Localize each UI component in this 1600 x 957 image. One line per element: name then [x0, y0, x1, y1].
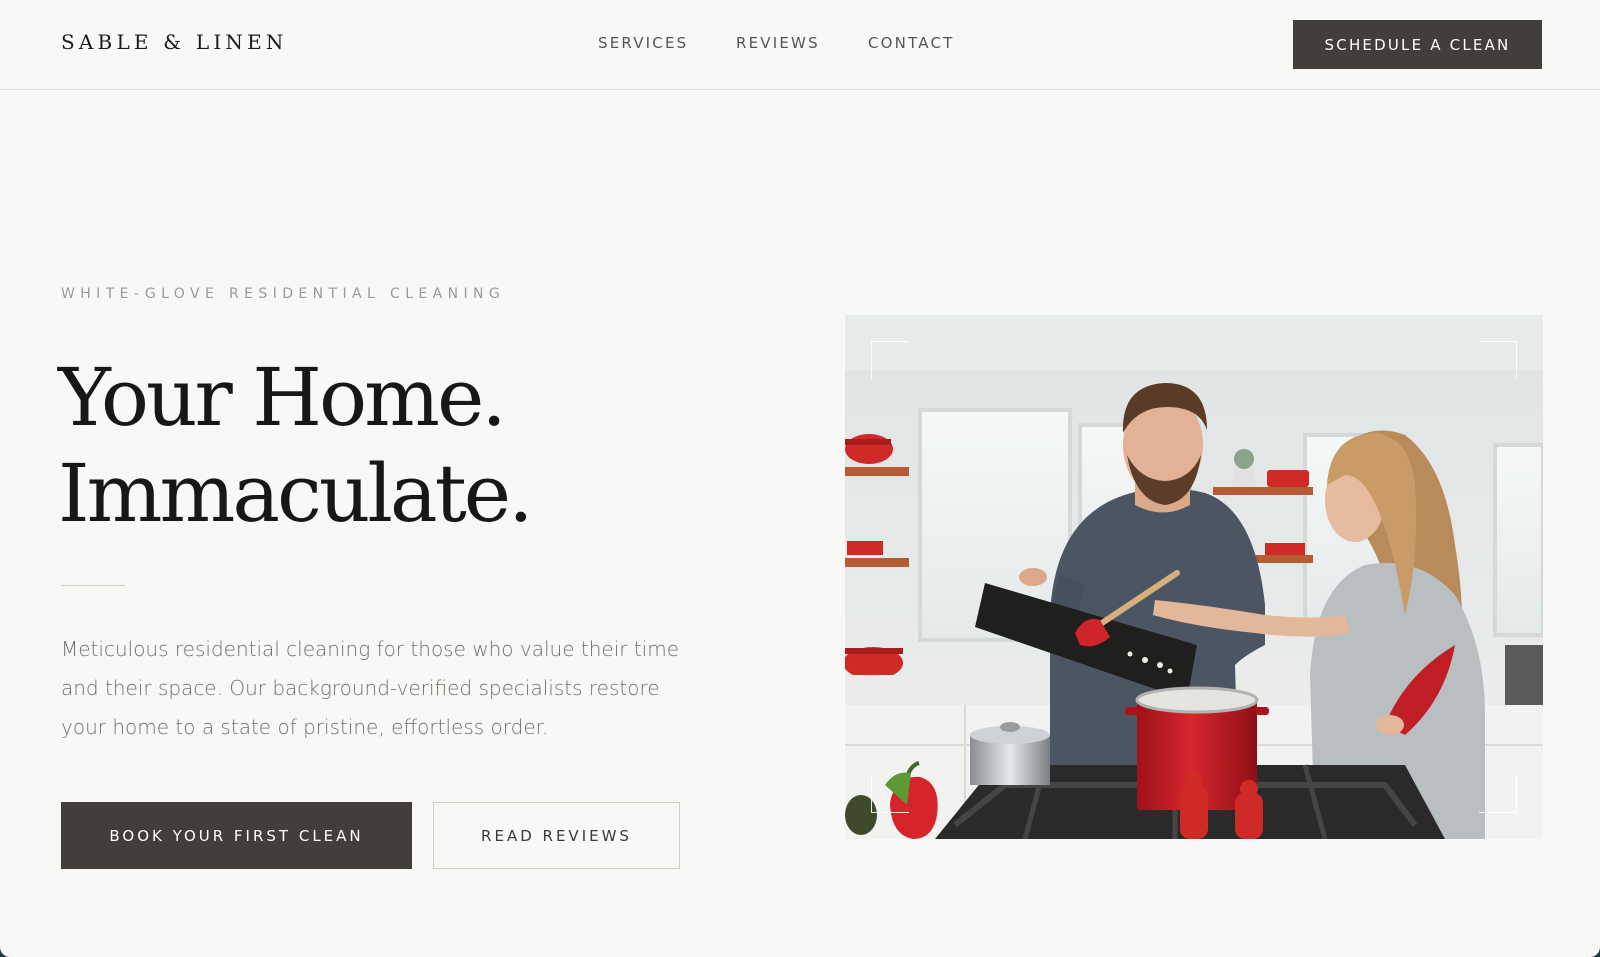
- frame-corner-top-left: [871, 341, 909, 379]
- read-reviews-button[interactable]: READ REVIEWS: [433, 802, 680, 869]
- divider: [61, 585, 125, 586]
- nav-link-services[interactable]: SERVICES: [598, 34, 688, 52]
- headline-line-2: Immaculate.: [58, 447, 534, 540]
- frame-corner-top-right: [1479, 341, 1517, 379]
- frame-corner-bottom-right: [1479, 775, 1517, 813]
- hero-headline: Your Home. Immaculate.: [58, 350, 534, 542]
- hero-image: [845, 315, 1543, 839]
- nav-link-reviews[interactable]: REVIEWS: [736, 34, 820, 52]
- brand-logo[interactable]: SABLE & LINEN: [61, 30, 288, 54]
- headline-line-1: Your Home.: [58, 351, 507, 444]
- frame-corner-bottom-left: [871, 775, 909, 813]
- hero-eyebrow: WHITE-GLOVE RESIDENTIAL CLEANING: [61, 286, 506, 302]
- landing-page: SABLE & LINEN SERVICES REVIEWS CONTACT S…: [0, 0, 1600, 957]
- site-header: SABLE & LINEN SERVICES REVIEWS CONTACT S…: [0, 0, 1600, 90]
- kitchen-photo-illustration: [845, 315, 1543, 839]
- hero-intro: Meticulous residential cleaning for thos…: [61, 637, 680, 739]
- schedule-clean-button[interactable]: SCHEDULE A CLEAN: [1293, 20, 1542, 69]
- book-first-clean-button[interactable]: BOOK YOUR FIRST CLEAN: [61, 802, 412, 869]
- nav-link-contact[interactable]: CONTACT: [868, 34, 955, 52]
